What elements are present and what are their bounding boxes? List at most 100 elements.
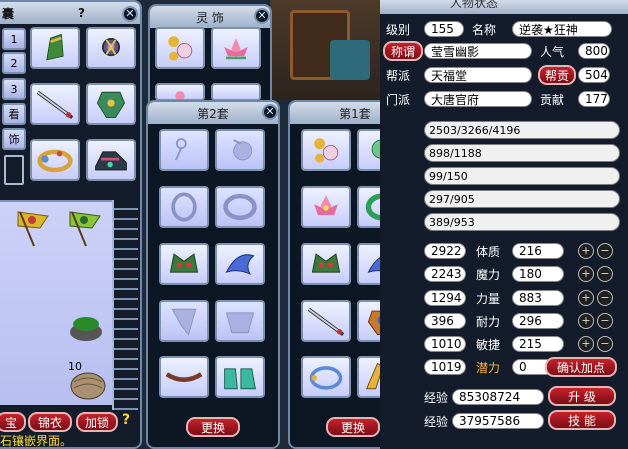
accessory-slot-hidden-2[interactable] xyxy=(211,83,261,101)
name-value: 逆袭★狂神 xyxy=(512,21,612,37)
minus-icon[interactable]: − xyxy=(597,336,613,352)
stat-row: 1010 敏捷 215 xyxy=(424,335,564,353)
title-row: 莹雪幽影 人气 800 xyxy=(424,42,610,60)
set2-slot-pendant[interactable] xyxy=(215,129,265,171)
set2-slot-armor[interactable] xyxy=(215,300,265,342)
status-text: 石镶嵌界面。 xyxy=(0,434,73,448)
inventory-tab-2[interactable]: 2 xyxy=(2,52,26,74)
potential-left-value: 1019 xyxy=(424,359,466,375)
stat-label: 魔力 xyxy=(476,267,501,282)
scene-background xyxy=(270,0,380,100)
herb-bowl-item[interactable] xyxy=(66,308,106,344)
inventory-close-button[interactable]: ✕ xyxy=(122,6,138,22)
equip-slot-hat[interactable] xyxy=(30,27,80,69)
stat-value: 883 xyxy=(512,290,564,306)
skills-button[interactable]: 技 能 xyxy=(548,410,616,430)
accessory-title: 灵 饰 xyxy=(196,10,224,25)
hint-question-icon[interactable]: ? xyxy=(122,412,130,428)
accessory-close-button[interactable]: ✕ xyxy=(254,8,270,24)
anger-bar: 99/150 xyxy=(424,167,620,185)
button-label: 锦衣 xyxy=(37,415,62,430)
plus-icon[interactable]: + xyxy=(578,290,594,306)
set1-slot-helmet[interactable] xyxy=(301,243,351,285)
plus-icon[interactable]: + xyxy=(578,243,594,259)
set2-swap-button[interactable]: 更换 xyxy=(186,417,240,437)
button-label: 帮贡 xyxy=(544,68,569,83)
exp-label: 经验 xyxy=(424,390,449,405)
set2-slot-helmet[interactable] xyxy=(159,243,209,285)
set2-slot-ring[interactable] xyxy=(159,186,209,228)
level-row: 级别 155 名称 逆袭★狂神 xyxy=(386,20,612,38)
set1-swap-button[interactable]: 更换 xyxy=(326,417,380,437)
flag-item[interactable] xyxy=(14,208,52,248)
accessory-slot-lotus[interactable] xyxy=(211,27,261,69)
button-label: 技 能 xyxy=(568,413,596,428)
stat-label: 敏捷 xyxy=(476,337,501,352)
inventory-tab-view[interactable]: 看 xyxy=(2,103,26,125)
confirm-points-button[interactable]: 确认加点 xyxy=(545,357,617,377)
set1-slot-lotus[interactable] xyxy=(301,186,351,228)
set2-slot-bracelet[interactable] xyxy=(215,186,265,228)
tab-label: 1 xyxy=(10,32,18,46)
plus-icon[interactable]: + xyxy=(578,266,594,282)
level-label: 级别 xyxy=(386,22,411,37)
accessory-slot-hidden-1[interactable] xyxy=(155,83,205,101)
stone-item[interactable]: 10 xyxy=(66,360,108,402)
guild-contribution-button[interactable]: 帮贡 xyxy=(538,65,576,85)
contribution-value: 177 xyxy=(578,91,610,107)
set2-close-button[interactable]: ✕ xyxy=(262,104,278,120)
exp-value: 37957586 xyxy=(452,413,544,429)
contribution-label: 贡献 xyxy=(540,92,565,107)
equip-slot-belt[interactable] xyxy=(30,139,80,181)
set1-slot-earring[interactable] xyxy=(301,129,351,171)
upgrade-button[interactable]: 升 级 xyxy=(548,386,616,406)
stat-value: 215 xyxy=(512,336,564,352)
plus-icon[interactable]: + xyxy=(578,313,594,329)
school-row: 门派 大唐官府 贡献 177 xyxy=(386,90,610,108)
stat-row: 2243 魔力 180 xyxy=(424,265,564,283)
set2-title-bar: 第2套 xyxy=(148,102,278,124)
equip-slot-armor[interactable] xyxy=(86,83,136,125)
inventory-tab-3[interactable]: 3 xyxy=(2,78,26,100)
popularity-label: 人气 xyxy=(540,44,565,59)
set2-slot-belt[interactable] xyxy=(159,356,209,398)
name-label: 名称 xyxy=(472,22,497,37)
help-icon[interactable]: ? xyxy=(78,6,85,20)
stat-value: 296 xyxy=(512,313,564,329)
equip-slot-necklace[interactable] xyxy=(86,27,136,69)
minus-icon[interactable]: − xyxy=(597,290,613,306)
equip-slot-shoes[interactable] xyxy=(86,139,136,181)
set1-title: 第1套 xyxy=(339,106,371,121)
stat-left-value: 396 xyxy=(424,313,466,329)
minus-icon[interactable]: − xyxy=(597,266,613,282)
title-button[interactable]: 称谓 xyxy=(383,41,423,61)
guild-row: 帮派 天福堂 xyxy=(386,66,532,84)
lock-button[interactable]: 加锁 xyxy=(76,412,118,432)
minus-icon[interactable]: − xyxy=(597,313,613,329)
flag-item[interactable] xyxy=(66,208,104,248)
inventory-tab-accessory[interactable]: 饰 xyxy=(2,128,26,150)
vitality-bar: 297/905 xyxy=(424,190,620,208)
stack-count: 10 xyxy=(68,360,82,373)
treasure-button[interactable]: 宝 xyxy=(0,412,26,432)
equip-slot-weapon[interactable] xyxy=(30,83,80,125)
set2-slot-earring[interactable] xyxy=(159,129,209,171)
set2-title: 第2套 xyxy=(197,106,229,121)
set2-slot-boots[interactable] xyxy=(215,356,265,398)
set1-slot-belt[interactable] xyxy=(301,356,351,398)
greek-key-ornament xyxy=(4,155,24,185)
wardrobe-button[interactable]: 锦衣 xyxy=(28,412,72,432)
set1-slot-weapon[interactable] xyxy=(301,300,351,342)
minus-icon[interactable]: − xyxy=(597,243,613,259)
set2-slot-wing[interactable] xyxy=(215,243,265,285)
title-value: 莹雪幽影 xyxy=(424,43,532,59)
accessory-slot-earring[interactable] xyxy=(155,27,205,69)
button-label: 确认加点 xyxy=(556,360,605,375)
inventory-tab-1[interactable]: 1 xyxy=(2,28,26,50)
stat-left-value: 2243 xyxy=(424,266,466,282)
exp-row-1: 经验 85308724 xyxy=(424,388,544,406)
button-label: 称谓 xyxy=(390,44,415,59)
plus-icon[interactable]: + xyxy=(578,336,594,352)
set2-slot-weapon[interactable] xyxy=(159,300,209,342)
tab-label: 3 xyxy=(10,82,18,96)
